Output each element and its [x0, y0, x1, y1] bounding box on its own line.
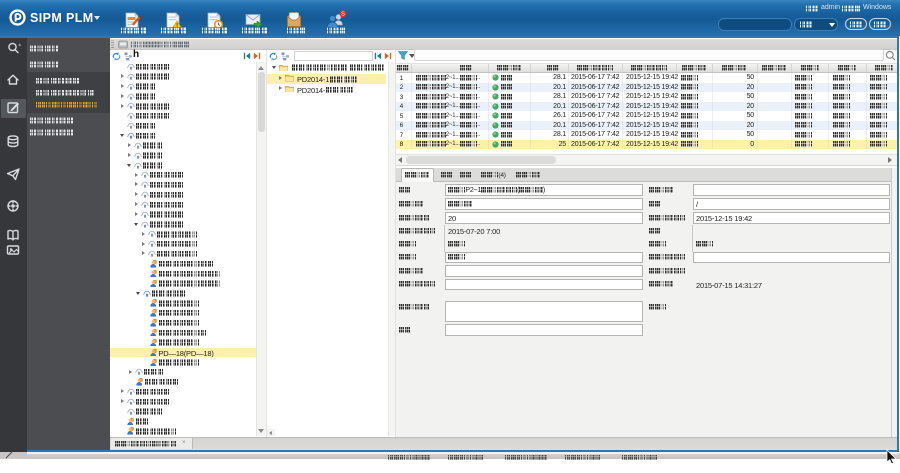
svg-text:S: S: [341, 12, 345, 18]
